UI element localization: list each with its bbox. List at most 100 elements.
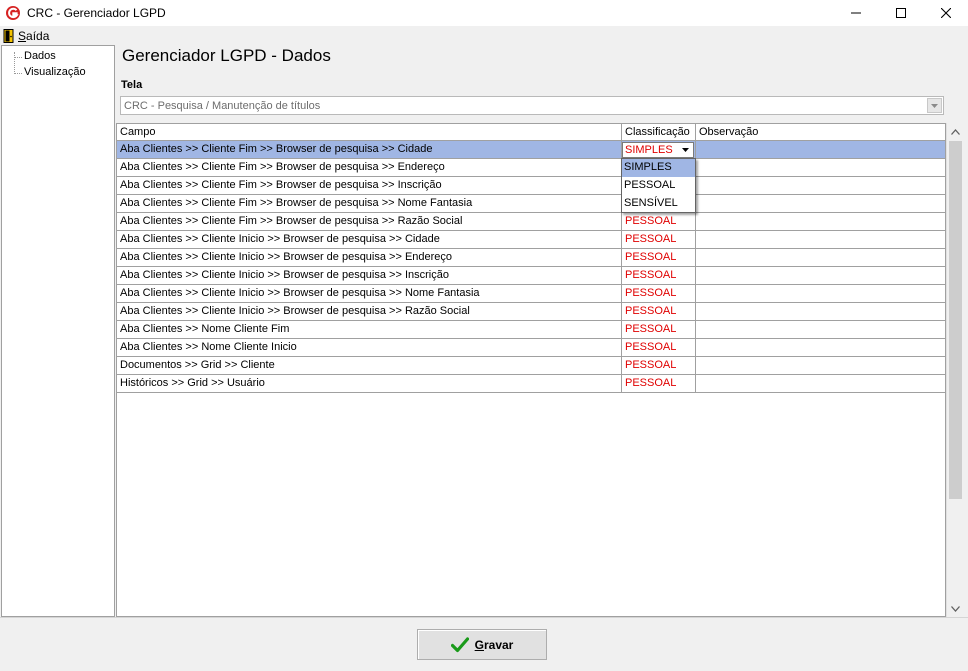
cell-classificacao[interactable]: PESSOAL bbox=[622, 231, 696, 248]
scroll-up-button[interactable] bbox=[947, 123, 964, 140]
menu-exit-label: Saída bbox=[18, 28, 50, 43]
cell-observacao[interactable] bbox=[696, 267, 945, 284]
cell-observacao[interactable] bbox=[696, 195, 945, 212]
cell-campo[interactable]: Aba Clientes >> Cliente Inicio >> Browse… bbox=[117, 249, 622, 266]
page-title: Gerenciador LGPD - Dados bbox=[122, 46, 331, 65]
cell-campo[interactable]: Aba Clientes >> Cliente Inicio >> Browse… bbox=[117, 267, 622, 284]
cell-classificacao[interactable]: PESSOAL bbox=[622, 303, 696, 320]
cell-observacao[interactable] bbox=[696, 177, 945, 194]
dropdown-option-pessoal[interactable]: PESSOAL bbox=[622, 177, 695, 195]
table-row[interactable]: Aba Clientes >> Nome Cliente Inicio PESSO… bbox=[117, 339, 945, 357]
window-title: CRC - Gerenciador LGPD bbox=[27, 6, 166, 20]
table-row[interactable]: Aba Clientes >> Cliente Fim >> Browser d… bbox=[117, 141, 945, 159]
cell-classificacao[interactable]: PESSOAL bbox=[622, 285, 696, 302]
tree-connector bbox=[14, 73, 22, 74]
cell-observacao[interactable] bbox=[696, 159, 945, 176]
classification-combo[interactable]: SIMPLES bbox=[622, 142, 694, 158]
menu-exit[interactable]: Saída bbox=[0, 28, 50, 43]
table-row[interactable]: Aba Clientes >> Cliente Inicio >> Browse… bbox=[117, 267, 945, 285]
dropdown-option-sensivel[interactable]: SENSÍVEL bbox=[622, 195, 695, 213]
minimize-button[interactable] bbox=[833, 0, 878, 26]
maximize-button[interactable] bbox=[878, 0, 923, 26]
cell-observacao[interactable] bbox=[696, 339, 945, 356]
cell-observacao[interactable] bbox=[696, 285, 945, 302]
chevron-down-icon bbox=[681, 148, 689, 152]
window-controls bbox=[833, 0, 968, 26]
cell-observacao[interactable] bbox=[696, 357, 945, 374]
tree-connector bbox=[14, 57, 22, 58]
grid-header: Campo Classificação Observação bbox=[117, 124, 945, 141]
table-row[interactable]: Aba Clientes >> Nome Cliente Fim PESSOAL bbox=[117, 321, 945, 339]
cell-classificacao[interactable]: PESSOAL bbox=[622, 267, 696, 284]
cell-observacao[interactable] bbox=[696, 303, 945, 320]
title-bar: CRC - Gerenciador LGPD bbox=[0, 0, 968, 26]
cell-classificacao[interactable]: PESSOAL bbox=[622, 249, 696, 266]
cell-campo[interactable]: Aba Clientes >> Cliente Inicio >> Browse… bbox=[117, 285, 622, 302]
table-row[interactable]: Aba Clientes >> Cliente Inicio >> Browse… bbox=[117, 249, 945, 267]
classification-dropdown-list: SIMPLES PESSOAL SENSÍVEL bbox=[621, 158, 696, 213]
scroll-down-button[interactable] bbox=[947, 600, 964, 617]
table-row[interactable]: Aba Clientes >> Cliente Fim >> Browser d… bbox=[117, 213, 945, 231]
column-header-campo[interactable]: Campo bbox=[117, 124, 622, 141]
checkmark-icon bbox=[450, 636, 469, 652]
cell-observacao[interactable] bbox=[696, 249, 945, 266]
cell-campo[interactable]: Aba Clientes >> Cliente Inicio >> Browse… bbox=[117, 231, 622, 248]
tela-select[interactable]: CRC - Pesquisa / Manutenção de títulos bbox=[120, 96, 944, 115]
cell-classificacao[interactable]: PESSOAL bbox=[622, 213, 696, 230]
menu-bar: Saída bbox=[0, 26, 968, 45]
table-row[interactable]: Aba Clientes >> Cliente Fim >> Browser d… bbox=[117, 177, 945, 195]
cell-observacao[interactable] bbox=[696, 141, 945, 158]
data-grid: Campo Classificação Observação Aba Clien… bbox=[116, 123, 946, 617]
tree-item-dados[interactable]: Dados bbox=[24, 50, 56, 62]
classification-combo-value: SIMPLES bbox=[625, 144, 673, 156]
cell-campo[interactable]: Aba Clientes >> Cliente Fim >> Browser d… bbox=[117, 141, 622, 158]
cell-classificacao[interactable]: PESSOAL bbox=[622, 375, 696, 392]
cell-observacao[interactable] bbox=[696, 321, 945, 338]
table-row[interactable]: Aba Clientes >> Cliente Fim >> Browser d… bbox=[117, 159, 945, 177]
close-button[interactable] bbox=[923, 0, 968, 26]
chevron-up-icon bbox=[951, 128, 960, 135]
cell-classificacao[interactable]: PESSOAL bbox=[622, 321, 696, 338]
cell-campo[interactable]: Documentos >> Grid >> Cliente bbox=[117, 357, 622, 374]
tela-select-value: CRC - Pesquisa / Manutenção de títulos bbox=[124, 99, 321, 112]
table-row[interactable]: Históricos >> Grid >> Usuário PESSOAL bbox=[117, 375, 945, 393]
cell-campo[interactable]: Aba Clientes >> Cliente Fim >> Browser d… bbox=[117, 195, 622, 212]
cell-campo[interactable]: Aba Clientes >> Cliente Inicio >> Browse… bbox=[117, 303, 622, 320]
cell-campo[interactable]: Aba Clientes >> Nome Cliente Inicio bbox=[117, 339, 622, 356]
save-button[interactable]: Gravar bbox=[417, 629, 547, 660]
maximize-icon bbox=[895, 8, 906, 18]
cell-observacao[interactable] bbox=[696, 231, 945, 248]
exit-door-icon bbox=[3, 28, 14, 43]
navigation-tree: Dados Visualização bbox=[1, 45, 115, 617]
cell-classificacao[interactable]: PESSOAL bbox=[622, 357, 696, 374]
column-header-classificacao[interactable]: Classificação bbox=[622, 124, 696, 141]
cell-campo[interactable]: Aba Clientes >> Cliente Fim >> Browser d… bbox=[117, 159, 622, 176]
cell-classificacao[interactable]: PESSOAL bbox=[622, 339, 696, 356]
tela-label: Tela bbox=[121, 79, 143, 91]
table-row[interactable]: Aba Clientes >> Cliente Fim >> Browser d… bbox=[117, 195, 945, 213]
column-header-observacao[interactable]: Observação bbox=[696, 124, 945, 141]
cell-campo[interactable]: Aba Clientes >> Cliente Fim >> Browser d… bbox=[117, 177, 622, 194]
scroll-thumb[interactable] bbox=[949, 141, 962, 499]
cell-campo[interactable]: Aba Clientes >> Nome Cliente Fim bbox=[117, 321, 622, 338]
close-icon bbox=[940, 8, 951, 18]
table-row[interactable]: Aba Clientes >> Cliente Inicio >> Browse… bbox=[117, 303, 945, 321]
tree-connector bbox=[14, 52, 15, 74]
dropdown-option-simples[interactable]: SIMPLES bbox=[622, 159, 695, 177]
cell-campo[interactable]: Históricos >> Grid >> Usuário bbox=[117, 375, 622, 392]
table-row[interactable]: Documentos >> Grid >> Cliente PESSOAL bbox=[117, 357, 945, 375]
cell-campo[interactable]: Aba Clientes >> Cliente Fim >> Browser d… bbox=[117, 213, 622, 230]
minimize-icon bbox=[850, 12, 861, 14]
tree-item-visualizacao[interactable]: Visualização bbox=[24, 66, 86, 78]
cell-observacao[interactable] bbox=[696, 213, 945, 230]
cell-observacao[interactable] bbox=[696, 375, 945, 392]
app-logo-icon bbox=[6, 6, 20, 20]
chevron-down-icon bbox=[931, 103, 938, 108]
tela-select-arrow[interactable] bbox=[927, 98, 942, 113]
table-row[interactable]: Aba Clientes >> Cliente Inicio >> Browse… bbox=[117, 231, 945, 249]
chevron-down-icon bbox=[951, 605, 960, 612]
save-button-label: Gravar bbox=[474, 637, 514, 652]
grid-vertical-scrollbar[interactable] bbox=[946, 123, 963, 617]
classification-combo-arrow[interactable] bbox=[678, 144, 692, 156]
table-row[interactable]: Aba Clientes >> Cliente Inicio >> Browse… bbox=[117, 285, 945, 303]
